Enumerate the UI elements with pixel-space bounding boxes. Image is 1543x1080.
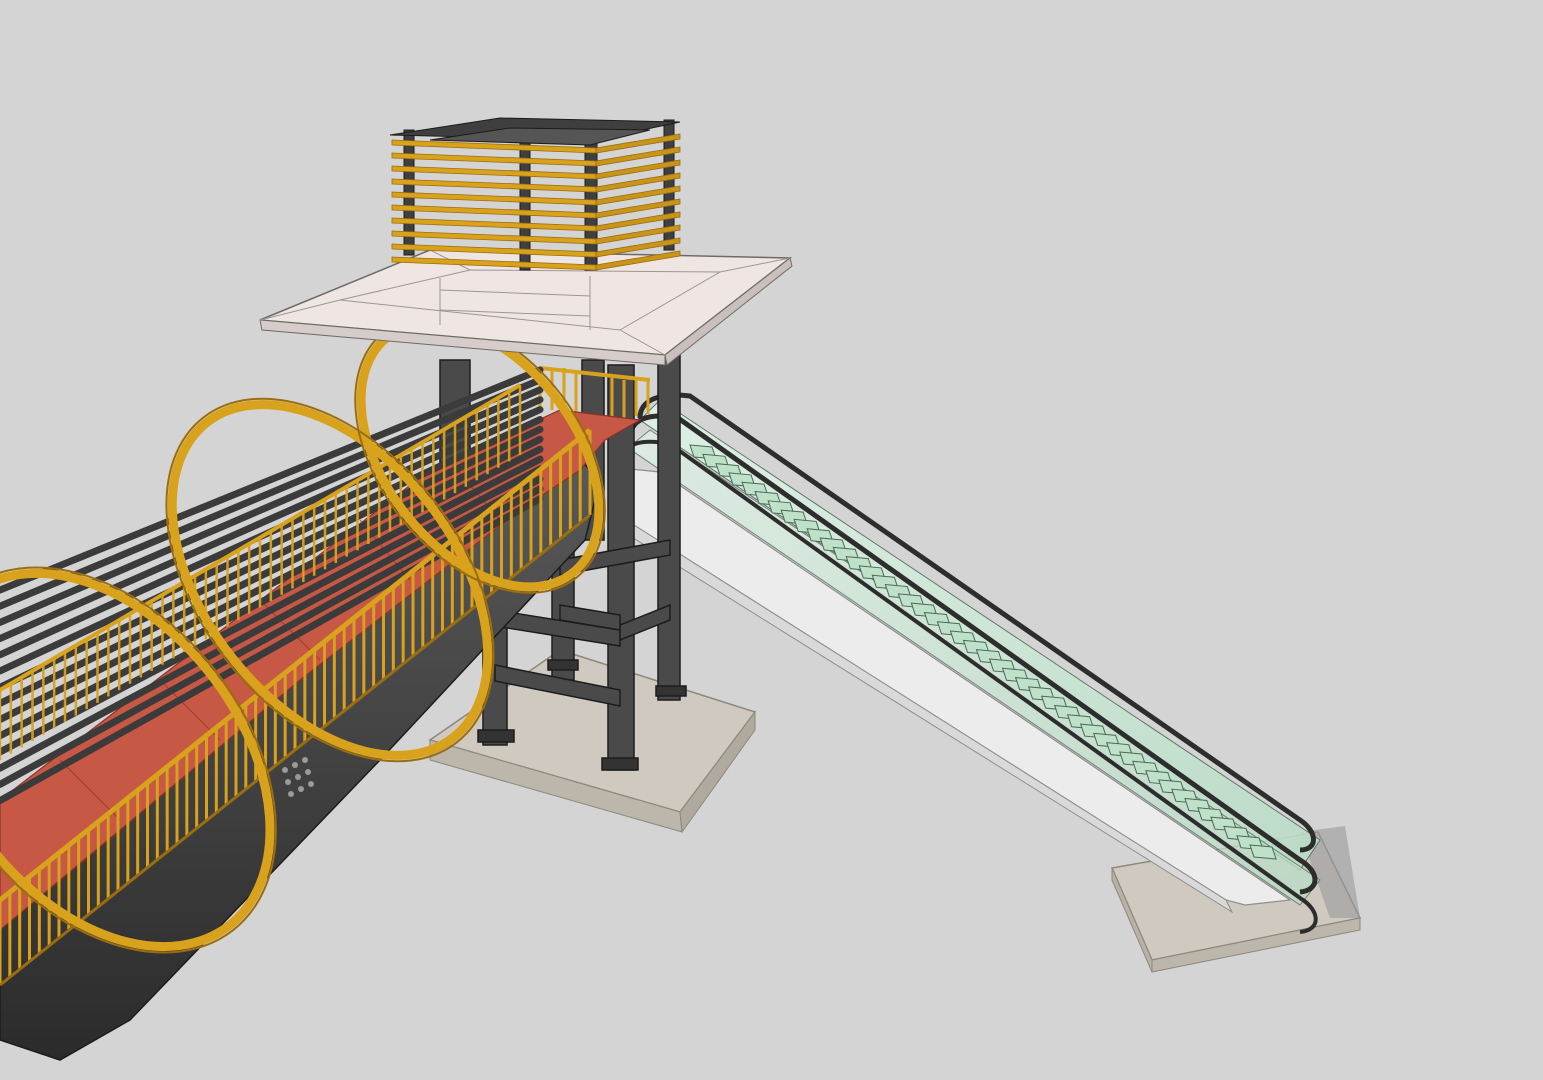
bridge-render	[0, 0, 1543, 1080]
escalator-step	[1249, 844, 1277, 860]
render-viewport	[0, 0, 1543, 1080]
